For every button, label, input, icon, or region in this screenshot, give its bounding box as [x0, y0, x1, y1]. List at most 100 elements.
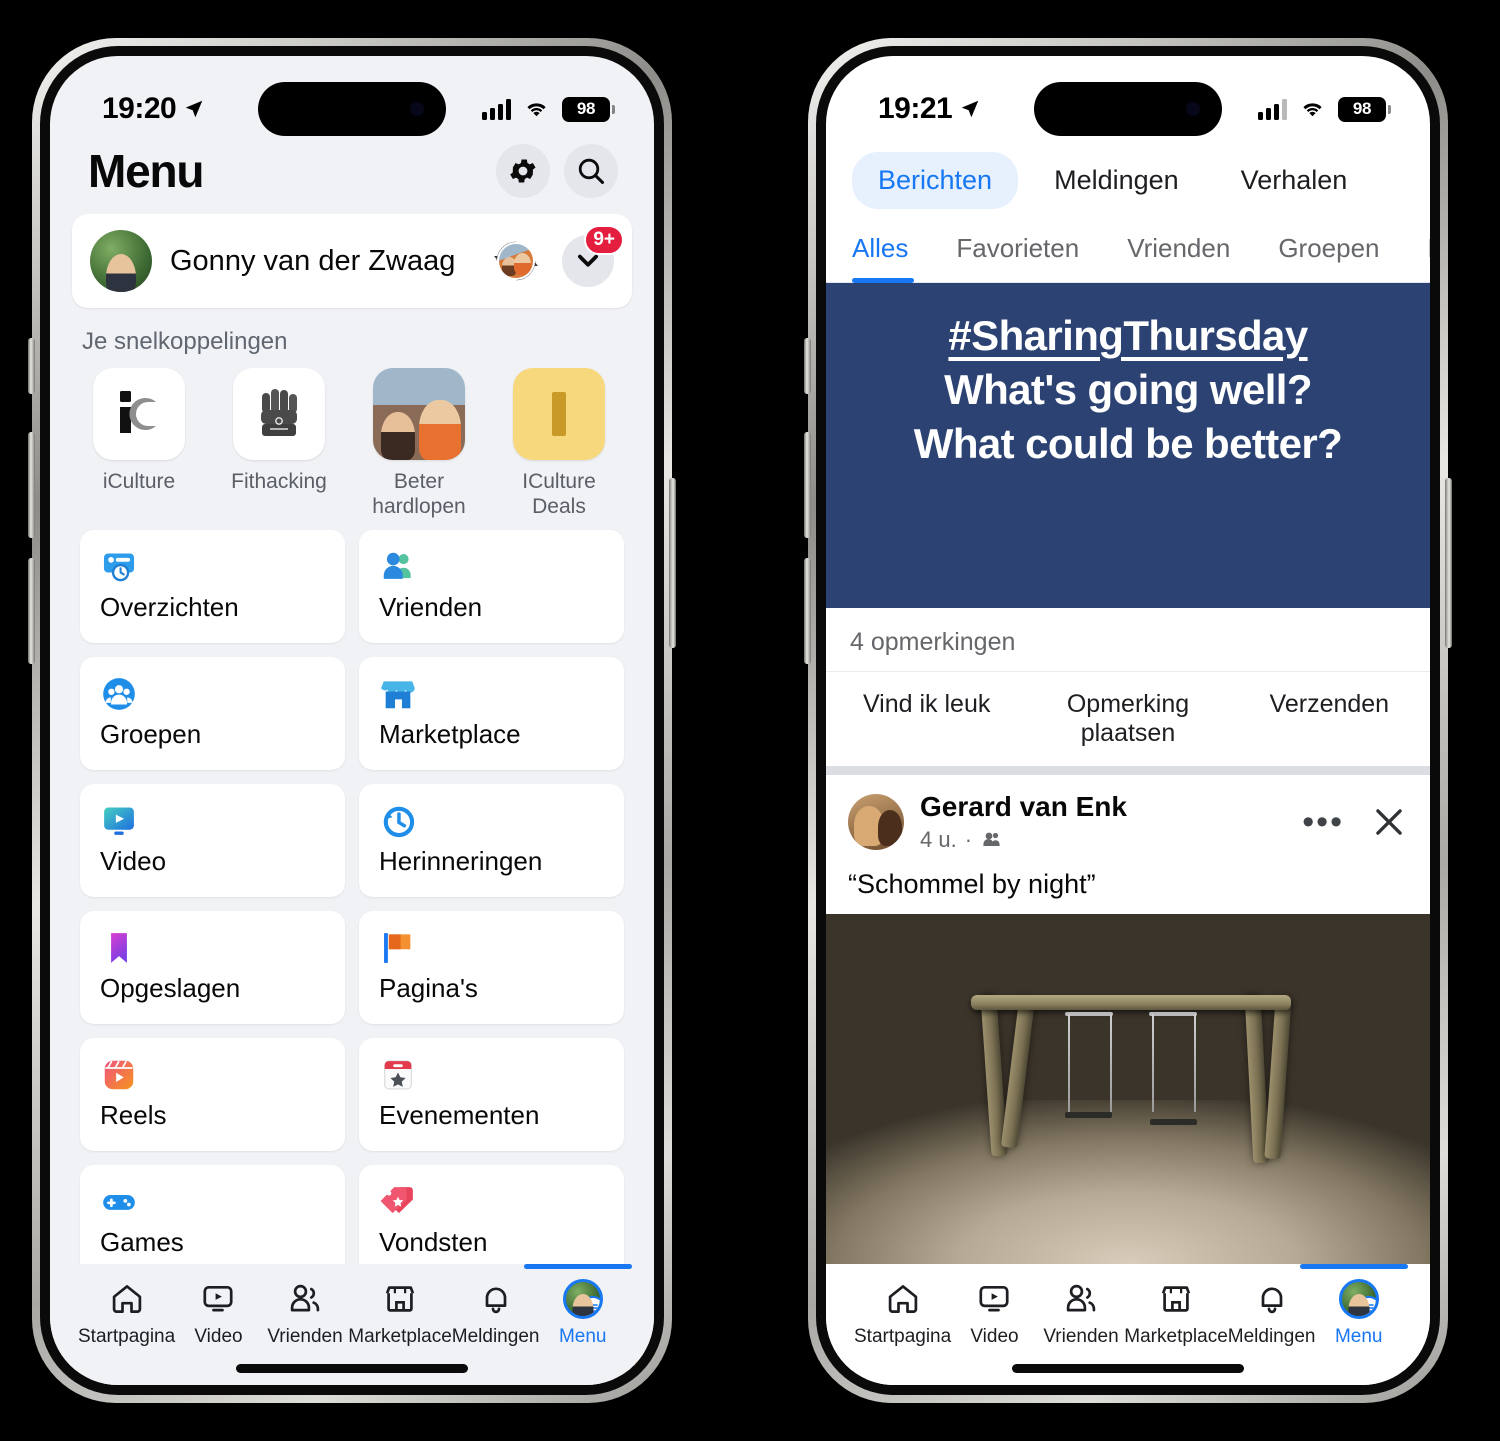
- tab-meldingen[interactable]: Meldingen: [1028, 152, 1205, 209]
- menu-tile-label: Vondsten: [379, 1226, 488, 1257]
- menu-tile-paginas[interactable]: Pagina's: [359, 910, 624, 1024]
- volume-down-button[interactable]: [28, 558, 35, 664]
- status-badge: 9+: [584, 225, 624, 255]
- volume-up-button[interactable]: [28, 432, 35, 538]
- volume-down-button[interactable]: [804, 558, 811, 664]
- video-icon: [951, 1278, 1038, 1320]
- close-x-icon[interactable]: [1370, 803, 1408, 841]
- banner-line-2: What's going well?: [944, 365, 1312, 413]
- menu-scroll-area[interactable]: Gonny van der Zwaag 9+ Je snelkoppelinge…: [50, 214, 654, 1385]
- profile-menu-avatar-icon: [1315, 1278, 1402, 1320]
- menu-tile-overzichten[interactable]: Overzichten: [80, 529, 345, 643]
- shortcut-iculture-deals[interactable]: ICulture Deals: [500, 368, 654, 1385]
- banner-line-3: What could be better?: [913, 419, 1343, 467]
- menu-tile-reels[interactable]: Reels: [80, 1037, 345, 1151]
- menu-tile-label: Vrienden: [379, 591, 483, 622]
- separator-dot: ·: [964, 827, 973, 853]
- tab-marketplace[interactable]: Marketplace: [1124, 1278, 1228, 1348]
- menu-tile-label: Marketplace: [379, 718, 521, 749]
- battery-indicator: 98: [562, 96, 615, 122]
- tab-startpagina[interactable]: Startpagina: [78, 1278, 175, 1348]
- share-button[interactable]: Verzenden: [1229, 672, 1430, 766]
- chip-vrienden[interactable]: Vrienden: [1103, 223, 1254, 282]
- power-button[interactable]: [1445, 478, 1452, 648]
- tab-menu[interactable]: Menu: [1315, 1278, 1402, 1348]
- tab-startpagina[interactable]: Startpagina: [854, 1278, 951, 1348]
- pages-flag-icon: [384, 932, 411, 963]
- friends-audience-icon: [983, 832, 1000, 847]
- iculture-glyph-icon: [120, 391, 156, 433]
- photo-swing-chain: [1152, 1013, 1155, 1112]
- tab-label: Marketplace: [1124, 1326, 1228, 1347]
- feeds-icon: [103, 553, 135, 581]
- comment-button[interactable]: Opmerking plaatsen: [1027, 672, 1228, 766]
- menu-tile-herinneringen[interactable]: Herinneringen: [359, 783, 624, 897]
- status-bar-right: 19:21 98: [826, 56, 1430, 138]
- dynamic-island: [1034, 82, 1222, 136]
- tab-video[interactable]: Video: [951, 1278, 1038, 1348]
- menu-tile-vrienden[interactable]: Vrienden: [359, 529, 624, 643]
- menu-tile-video[interactable]: Video: [80, 783, 345, 897]
- post-text: “Schommel by night”: [848, 869, 1096, 900]
- home-icon: [854, 1278, 951, 1320]
- tab-meldingen[interactable]: Meldingen: [452, 1278, 539, 1348]
- like-button[interactable]: Vind ik leuk: [826, 672, 1027, 766]
- volume-up-button[interactable]: [804, 432, 811, 538]
- tab-berichten[interactable]: Berichten: [852, 152, 1019, 209]
- action-button[interactable]: [804, 338, 811, 394]
- status-bar-left: 19:20 98: [50, 56, 654, 138]
- status-time-group: 19:20: [102, 92, 205, 126]
- action-button[interactable]: [28, 338, 35, 394]
- phone-bezel: 19:21 98 Berichten Meldingen Verhalen Al…: [816, 46, 1440, 1395]
- filter-chip-row[interactable]: Alles Favorieten Vrienden Groepen Pagina: [826, 221, 1430, 283]
- profile-card[interactable]: Gonny van der Zwaag 9+: [72, 214, 632, 308]
- menu-tile-games[interactable]: Games: [80, 1164, 345, 1264]
- tab-meldingen[interactable]: Meldingen: [1228, 1278, 1315, 1348]
- video-icon: [104, 807, 134, 835]
- chip-pagina[interactable]: Pagina: [1404, 223, 1430, 282]
- phone-bezel: 19:20 98 Menu Gonny van der Zwaag 9+ Je …: [40, 46, 664, 1395]
- menu-tile-marketplace[interactable]: Marketplace: [359, 656, 624, 770]
- screenshot-stage: 19:20 98 Menu Gonny van der Zwaag 9+ Je …: [0, 0, 1500, 1441]
- expand-profile-button[interactable]: 9+: [562, 225, 624, 287]
- power-button[interactable]: [669, 478, 676, 648]
- avatar[interactable]: [848, 794, 904, 851]
- menu-grid: Overzichten Vrienden Groepen Marketplace…: [72, 526, 632, 1264]
- settings-button[interactable]: [496, 144, 550, 198]
- tab-list: Startpagina Video Vrienden Marketplace M…: [842, 1278, 1414, 1348]
- post-photo[interactable]: [826, 914, 1430, 1264]
- banner-hashtag: #SharingThursday: [948, 312, 1308, 359]
- menu-screen: 19:20 98 Menu Gonny van der Zwaag 9+ Je …: [50, 56, 654, 1385]
- tab-vrienden[interactable]: Vrienden: [262, 1278, 349, 1348]
- ellipsis-icon[interactable]: •••: [1302, 805, 1344, 839]
- tab-menu[interactable]: Menu: [539, 1278, 626, 1348]
- switch-account-icon[interactable]: [490, 235, 542, 287]
- shortcut-fithacking[interactable]: Fithacking: [220, 368, 654, 1385]
- menu-tile-vondsten[interactable]: Vondsten: [359, 1164, 624, 1264]
- shortcuts-label: Je snelkoppelingen: [82, 328, 288, 355]
- menu-tile-opgeslagen[interactable]: Opgeslagen: [80, 910, 345, 1024]
- tab-verhalen[interactable]: Verhalen: [1215, 152, 1374, 209]
- shortcut-beter-hardlopen[interactable]: Beter hardlopen: [360, 368, 654, 1385]
- tab-video[interactable]: Video: [175, 1278, 262, 1348]
- photo-swing-chain: [1067, 1013, 1070, 1112]
- chip-groepen[interactable]: Groepen: [1254, 223, 1403, 282]
- friends-icon: [1038, 1278, 1125, 1320]
- menu-tile-groepen[interactable]: Groepen: [80, 656, 345, 770]
- tab-marketplace[interactable]: Marketplace: [348, 1278, 452, 1348]
- post-author[interactable]: Gerard van Enk: [920, 791, 1302, 823]
- home-indicator[interactable]: [1012, 1364, 1244, 1373]
- menu-tile-evenementen[interactable]: Evenementen: [359, 1037, 624, 1151]
- home-indicator[interactable]: [236, 1364, 468, 1373]
- post-time: 4 u.: [920, 827, 957, 853]
- shortcut-iculture[interactable]: iCulture: [80, 368, 654, 1385]
- comment-count[interactable]: 4 opmerkingen: [826, 608, 1430, 671]
- sharing-thursday-banner[interactable]: #SharingThursday What's going well? What…: [826, 283, 1430, 609]
- post-header: Gerard van Enk 4 u. · •••: [826, 775, 1430, 861]
- tab-vrienden[interactable]: Vrienden: [1038, 1278, 1125, 1348]
- chip-alles[interactable]: Alles: [852, 223, 932, 283]
- chip-favorieten[interactable]: Favorieten: [932, 223, 1103, 282]
- photo-swing-beam: [970, 994, 1292, 1010]
- avatar: [90, 230, 152, 292]
- search-button[interactable]: [564, 144, 618, 198]
